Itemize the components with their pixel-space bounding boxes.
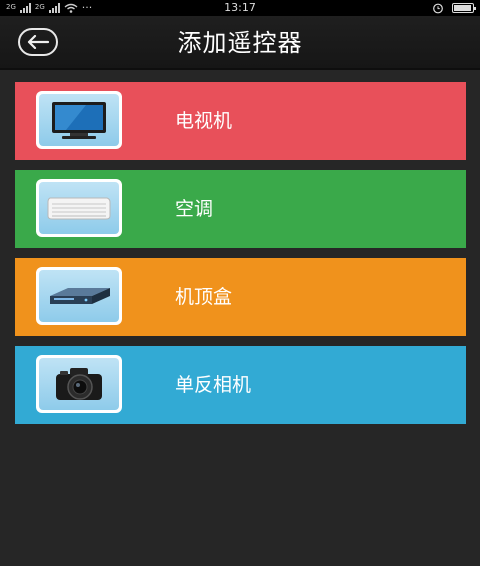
device-label: 机顶盒 — [175, 286, 233, 308]
status-bar: 2G 2G ··· 13:17 — [0, 0, 480, 16]
ac-thumbnail — [36, 179, 122, 237]
device-item-tv[interactable]: 电视机 — [15, 82, 466, 160]
device-item-set-top-box[interactable]: 机顶盒 — [15, 258, 466, 336]
back-button[interactable] — [18, 28, 58, 56]
air-conditioner-icon — [47, 197, 111, 220]
device-label: 电视机 — [175, 110, 233, 132]
status-right — [432, 2, 476, 14]
device-item-dslr-camera[interactable]: 单反相机 — [15, 346, 466, 424]
battery-icon — [452, 3, 476, 13]
device-label: 单反相机 — [175, 374, 252, 396]
page-title: 添加遥控器 — [177, 29, 303, 57]
device-label: 空调 — [175, 198, 214, 220]
back-arrow-icon — [27, 35, 50, 49]
device-item-air-conditioner[interactable]: 空调 — [15, 170, 466, 248]
tv-icon — [52, 102, 106, 139]
tv-thumbnail — [36, 91, 122, 149]
stb-thumbnail — [36, 267, 122, 325]
set-top-box-icon — [50, 288, 110, 304]
alarm-clock-icon — [433, 3, 443, 14]
app-header: 添加遥控器 — [0, 16, 480, 70]
camera-thumbnail — [36, 355, 122, 413]
device-list: 电视机 空调 机顶盒 单反相机 — [15, 82, 466, 434]
dslr-camera-icon — [56, 368, 102, 400]
status-time: 13:17 — [224, 1, 256, 14]
